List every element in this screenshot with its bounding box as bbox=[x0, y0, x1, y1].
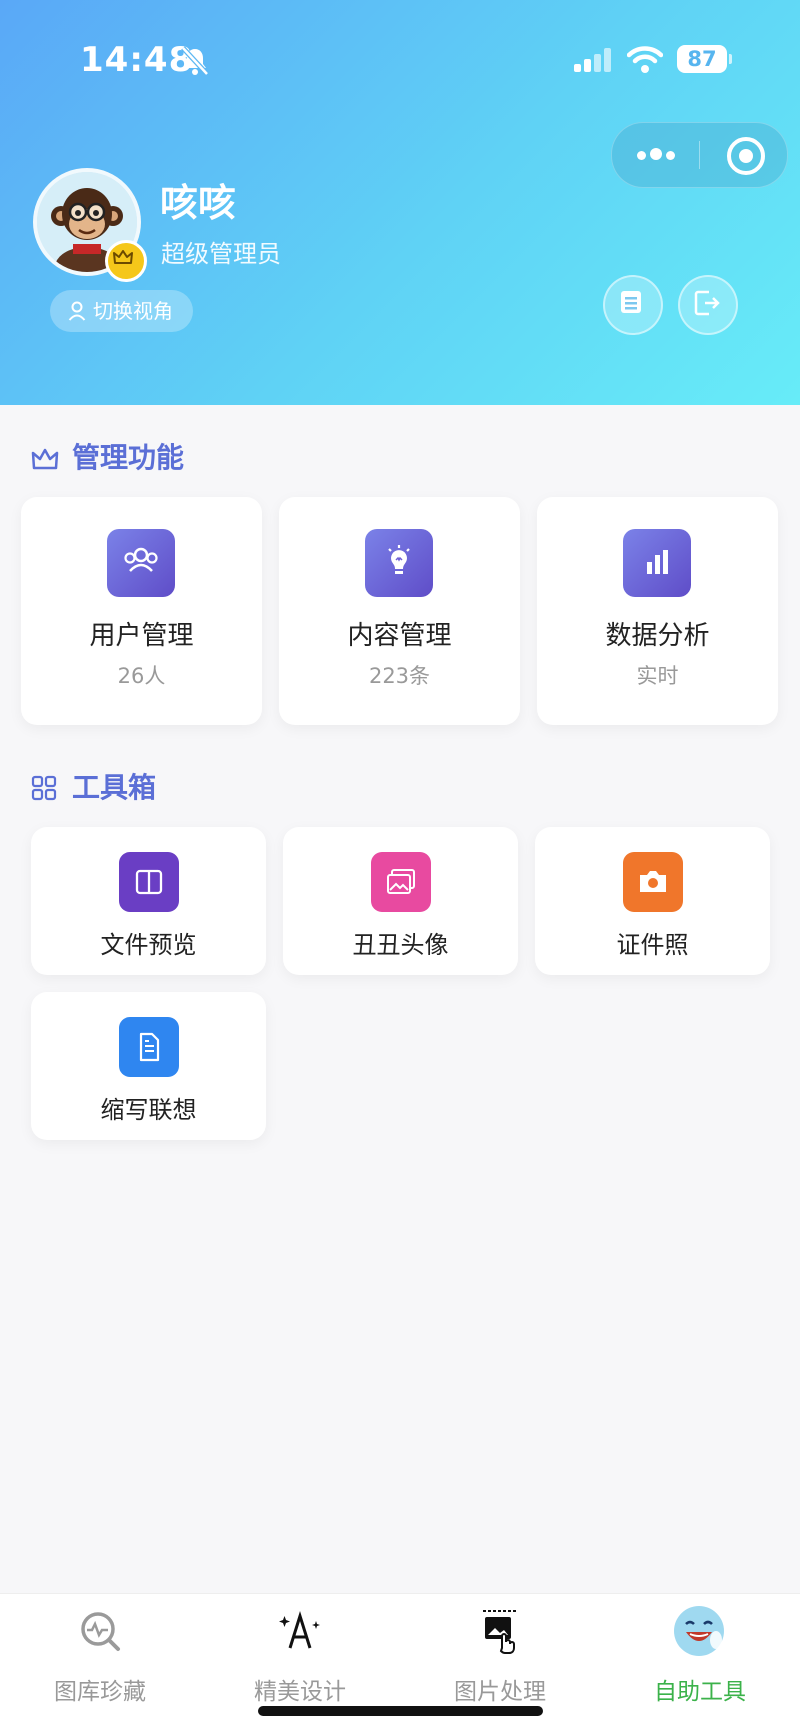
crown-outline-icon bbox=[31, 448, 59, 470]
tool-label: 文件预览 bbox=[100, 931, 197, 959]
users-icon bbox=[107, 529, 175, 597]
tool-label: 丑丑头像 bbox=[352, 931, 449, 959]
bulb-icon bbox=[365, 529, 433, 597]
card-sub: 223条 bbox=[368, 664, 431, 688]
wifi-icon bbox=[627, 46, 663, 73]
tab-label: 图片处理 bbox=[454, 1679, 546, 1705]
toolbox-title: 工具箱 bbox=[72, 771, 157, 804]
card-data-analysis[interactable]: 数据分析 实时 bbox=[537, 497, 778, 725]
status-time: 14:48 bbox=[80, 40, 194, 80]
tab-label: 图库珍藏 bbox=[54, 1679, 146, 1705]
status-bar: 14:48 87 bbox=[0, 36, 800, 84]
card-label: 内容管理 bbox=[347, 621, 452, 651]
tool-file-preview[interactable]: 文件预览 bbox=[31, 827, 266, 975]
more-dots-icon[interactable] bbox=[637, 145, 679, 164]
logout-button[interactable] bbox=[678, 275, 738, 335]
gallery-search-icon bbox=[81, 1612, 120, 1651]
tab-self-service-tools[interactable]: 自助工具 bbox=[600, 1606, 800, 1708]
management-title: 管理功能 bbox=[72, 441, 185, 474]
miniprogram-capsule[interactable] bbox=[611, 122, 788, 188]
switch-view-label: 切换视角 bbox=[93, 299, 173, 323]
tab-gallery[interactable]: 图库珍藏 bbox=[0, 1608, 200, 1708]
user-outline-icon bbox=[68, 301, 86, 321]
camera-icon bbox=[623, 852, 683, 912]
tool-label: 缩写联想 bbox=[100, 1096, 197, 1124]
tool-id-photo[interactable]: 证件照 bbox=[535, 827, 770, 975]
crown-badge-icon bbox=[105, 240, 147, 282]
battery-indicator: 87 bbox=[677, 45, 732, 73]
tool-abbreviation[interactable]: 缩写联想 bbox=[31, 992, 266, 1140]
card-content-management[interactable]: 内容管理 223条 bbox=[279, 497, 520, 725]
capsule-divider bbox=[699, 141, 700, 169]
tab-design[interactable]: 精美设计 bbox=[200, 1608, 400, 1708]
card-sub: 26人 bbox=[117, 664, 166, 688]
card-label: 数据分析 bbox=[605, 621, 710, 651]
notepad-icon bbox=[621, 291, 641, 313]
logout-icon bbox=[694, 290, 720, 316]
laughing-face-icon bbox=[674, 1606, 724, 1656]
home-indicator bbox=[258, 1706, 543, 1716]
image-stack-icon bbox=[371, 852, 431, 912]
user-role: 超级管理员 bbox=[161, 240, 281, 268]
image-hand-icon bbox=[483, 1610, 517, 1654]
tab-label: 精美设计 bbox=[254, 1679, 346, 1705]
card-sub: 实时 bbox=[636, 664, 679, 688]
message-button[interactable] bbox=[603, 275, 663, 335]
profile-header: 14:48 87 咳咳 超级管理员 切换视角 bbox=[0, 0, 800, 405]
grid-icon bbox=[31, 775, 57, 801]
user-name: 咳咳 bbox=[160, 181, 237, 225]
tool-label: 证件照 bbox=[616, 931, 689, 959]
tab-label: 自助工具 bbox=[654, 1679, 746, 1705]
tab-image-processing[interactable]: 图片处理 bbox=[400, 1608, 600, 1708]
close-target-icon[interactable] bbox=[727, 137, 765, 175]
bell-muted-icon bbox=[181, 46, 209, 76]
cellular-signal-icon bbox=[574, 48, 614, 72]
book-icon bbox=[119, 852, 179, 912]
card-user-management[interactable]: 用户管理 26人 bbox=[21, 497, 262, 725]
tool-ugly-avatar[interactable]: 丑丑头像 bbox=[283, 827, 518, 975]
bar-chart-icon bbox=[623, 529, 691, 597]
card-label: 用户管理 bbox=[89, 621, 194, 651]
switch-view-button[interactable]: 切换视角 bbox=[50, 290, 193, 332]
sparkle-a-icon bbox=[279, 1610, 320, 1649]
document-icon bbox=[119, 1017, 179, 1077]
